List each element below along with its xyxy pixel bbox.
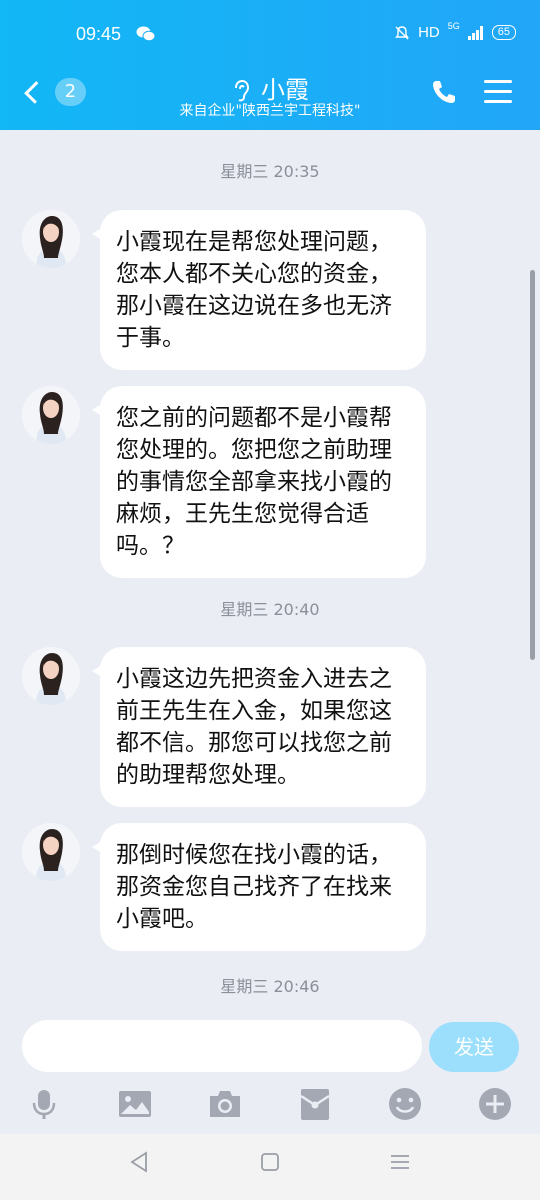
wechat-icon	[136, 26, 156, 42]
status-time: 09:45	[76, 24, 122, 44]
redpacket-icon[interactable]	[297, 1086, 333, 1122]
status-right: HD 5G 65	[394, 21, 516, 41]
status-bar: 09:45 HD 5G 65	[0, 0, 540, 70]
timestamp: 星期三 20:40	[220, 600, 320, 619]
avatar-image	[22, 386, 80, 444]
image-icon[interactable]	[117, 1086, 153, 1122]
chat-header: 09:45 HD 5G 65 2 小霞 来自企业"陕西兰宇工程科技"	[0, 0, 540, 130]
mic-icon[interactable]	[26, 1086, 62, 1122]
timestamp: 星期三 20:46	[220, 977, 320, 996]
nav-back-icon[interactable]	[128, 1150, 152, 1174]
message-bubble[interactable]: 小霞这边先把资金入进去之前王先生在入金，如果您这都不信。那您可以找您之前的助理帮…	[92, 647, 426, 807]
message-bubble[interactable]: 那倒时候您在找小霞的话，那资金您自己找齐了在找来小霞吧。	[92, 823, 426, 951]
nav-menu-icon[interactable]	[388, 1150, 412, 1174]
nav-home-icon[interactable]	[258, 1150, 282, 1174]
message-bubble[interactable]: 您之前的问题都不是小霞帮您处理的。您把您之前助理的事情您全部拿来找小霞的麻烦，王…	[92, 386, 426, 578]
signal-icon	[467, 25, 483, 40]
avatar-image	[22, 210, 80, 268]
phone-icon[interactable]	[430, 78, 458, 106]
battery-indicator: 65	[491, 25, 516, 40]
avatar-image	[22, 647, 80, 705]
avatar-image	[22, 823, 80, 881]
chat-subtitle: 来自企业"陕西兰宇工程科技"	[179, 103, 361, 119]
avatar[interactable]	[22, 210, 80, 268]
avatar[interactable]	[22, 823, 80, 881]
plus-icon[interactable]	[477, 1086, 513, 1122]
bell-off-icon	[395, 25, 409, 39]
scrollbar[interactable]	[530, 270, 535, 660]
emoji-icon[interactable]	[387, 1086, 423, 1122]
network-label: HD	[418, 24, 440, 41]
timestamp: 星期三 20:35	[220, 162, 320, 181]
menu-icon[interactable]	[484, 80, 512, 104]
message-bubble[interactable]: 小霞现在是帮您处理问题，您本人都不关心您的资金，那小霞在这边说在多也无济于事。	[92, 210, 426, 370]
avatar[interactable]	[22, 647, 80, 705]
message-input[interactable]	[22, 1020, 422, 1072]
send-button[interactable]: 发送	[429, 1022, 519, 1072]
camera-icon[interactable]	[207, 1086, 243, 1122]
signal-label: 5G	[447, 21, 460, 31]
avatar[interactable]	[22, 386, 80, 444]
